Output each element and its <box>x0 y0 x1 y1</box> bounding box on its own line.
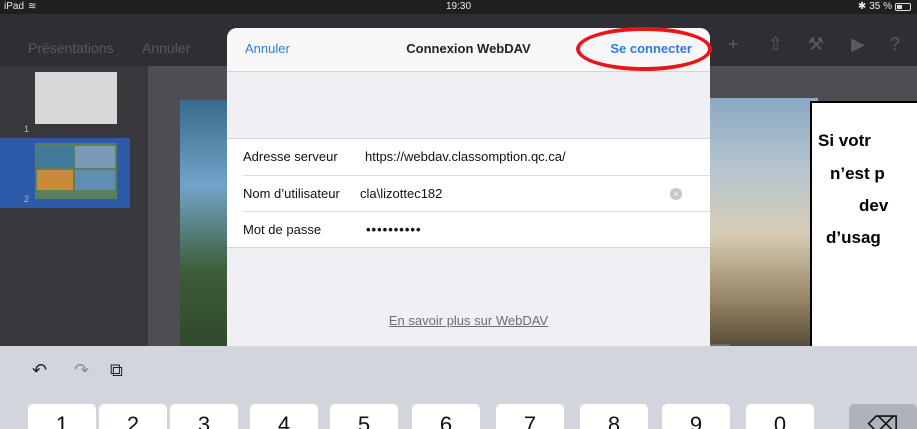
add-icon[interactable]: + <box>728 34 739 55</box>
callout-line: Si votr <box>818 131 871 150</box>
username-label: Nom d’utilisateur <box>243 186 340 201</box>
instruction-callout: Si votr n’est p dev d’usag <box>810 101 917 353</box>
key-9[interactable]: 9 <box>662 404 730 429</box>
help-icon[interactable]: ? <box>890 34 900 55</box>
password-label: Mot de passe <box>243 222 322 237</box>
key-3[interactable]: 3 <box>170 404 238 429</box>
password-row[interactable]: Mot de passe •••••••••• <box>243 211 710 247</box>
toolbar-cancel-button[interactable]: Annuler <box>142 40 190 56</box>
slide-number: 2 <box>24 194 30 204</box>
battery-percent: 35 % <box>869 1 892 12</box>
slide-photo[interactable] <box>180 100 228 346</box>
login-form: Adresse serveur https://webdav.classompt… <box>227 138 710 248</box>
wrench-icon[interactable]: ⚒ <box>808 34 824 55</box>
status-bar: iPad ≋ 19:30 ✱ 35 % <box>0 0 917 14</box>
slide-photo[interactable] <box>708 98 818 344</box>
key-5[interactable]: 5 <box>330 404 398 429</box>
webdav-dialog: Annuler Connexion WebDAV Se connecter Ad… <box>227 28 710 346</box>
play-icon[interactable]: ▶ <box>851 34 865 55</box>
key-0[interactable]: 0 <box>746 404 814 429</box>
key-8[interactable]: 8 <box>580 404 648 429</box>
key-1[interactable]: 1 <box>28 404 96 429</box>
slide-thumbnail-1[interactable] <box>35 72 117 124</box>
clear-text-icon[interactable]: × <box>670 188 682 200</box>
battery-icon <box>895 2 911 11</box>
slide-number: 1 <box>24 124 30 134</box>
slide-thumbnail-2[interactable] <box>35 143 117 199</box>
delete-key[interactable]: ⌫ <box>849 404 917 429</box>
paste-icon[interactable]: ⧉ <box>110 360 123 381</box>
bluetooth-icon: ✱ <box>857 1 867 12</box>
clock: 19:30 <box>445 1 472 12</box>
username-field[interactable]: cla\lizottec182 <box>360 186 442 201</box>
server-address-label: Adresse serveur <box>243 149 338 164</box>
key-7[interactable]: 7 <box>496 404 564 429</box>
key-2[interactable]: 2 <box>99 404 167 429</box>
key-6[interactable]: 6 <box>412 404 480 429</box>
key-4[interactable]: 4 <box>250 404 318 429</box>
ipad-screen: iPad ≋ 19:30 ✱ 35 % Présentations Annule… <box>0 0 917 429</box>
presentations-button[interactable]: Présentations <box>28 40 114 56</box>
callout-line: dev <box>859 196 889 215</box>
password-field[interactable]: •••••••••• <box>366 222 422 237</box>
undo-icon[interactable]: ↶ <box>32 360 47 381</box>
callout-line: n’est p <box>830 164 885 183</box>
callout-line: d’usag <box>826 228 881 247</box>
slide-navigator: 1 2 <box>0 66 148 346</box>
share-icon[interactable]: ⇧ <box>768 34 783 55</box>
server-address-field[interactable]: https://webdav.classomption.qc.ca/ <box>365 149 566 164</box>
onscreen-keyboard: ↶ ↷ ⧉ 1 2 3 4 5 6 7 8 9 0 ⌫ <box>0 346 917 429</box>
learn-more-link[interactable]: En savoir plus sur WebDAV <box>227 313 710 328</box>
server-address-row[interactable]: Adresse serveur https://webdav.classompt… <box>227 139 710 175</box>
highlight-oval <box>576 27 712 71</box>
username-row[interactable]: Nom d’utilisateur cla\lizottec182 × <box>243 175 710 211</box>
redo-icon[interactable]: ↷ <box>74 360 89 381</box>
